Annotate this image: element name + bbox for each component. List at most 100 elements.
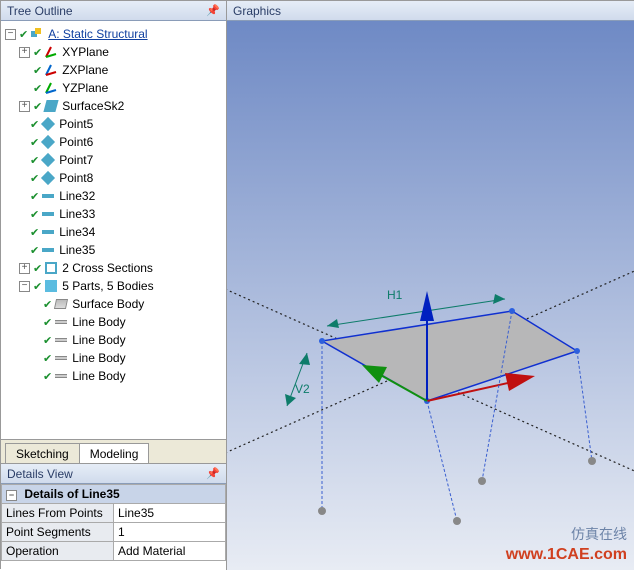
tree-node-point8[interactable]: ✔ Point8 — [5, 169, 224, 187]
check-icon: ✔ — [33, 100, 42, 113]
row-value[interactable]: Add Material — [114, 542, 226, 561]
line-icon — [41, 207, 55, 221]
dim-v2-label: V2 — [295, 382, 310, 396]
node-label: Line32 — [59, 189, 95, 203]
node-label: Point5 — [59, 117, 93, 131]
pin-icon[interactable]: 📌 — [206, 467, 220, 480]
collapse-icon[interactable]: − — [5, 29, 16, 40]
tree-node-point7[interactable]: ✔ Point7 — [5, 151, 224, 169]
node-label: Line Body — [72, 351, 125, 365]
tree-node-parts-bodies[interactable]: − ✔ 5 Parts, 5 Bodies — [5, 277, 224, 295]
tab-sketching[interactable]: Sketching — [5, 443, 80, 464]
surface-body-icon — [54, 297, 68, 311]
node-label: Surface Body — [72, 297, 144, 311]
tree-node-point6[interactable]: ✔ Point6 — [5, 133, 224, 151]
point-icon — [41, 153, 55, 167]
line-body-icon — [54, 333, 68, 347]
tree-root-static-structural[interactable]: − ✔ A: Static Structural — [5, 25, 224, 43]
graphics-viewport[interactable]: H1 V2 仿真在线 www.1CAE.com — [227, 21, 634, 570]
collapse-icon[interactable]: − — [6, 490, 17, 501]
spacer — [19, 83, 30, 94]
check-icon: ✔ — [43, 298, 52, 311]
check-icon: ✔ — [19, 28, 28, 41]
node-label: 5 Parts, 5 Bodies — [62, 279, 153, 293]
row-key: Point Segments — [2, 523, 114, 542]
table-row[interactable]: Lines From Points Line35 — [2, 504, 226, 523]
tree-node-line-body[interactable]: ✔ Line Body — [5, 313, 224, 331]
line-icon — [41, 189, 55, 203]
expand-icon[interactable]: + — [19, 47, 30, 58]
check-icon: ✔ — [30, 208, 39, 221]
node-label: Point8 — [59, 171, 93, 185]
plane-icon — [44, 81, 58, 95]
plane-icon — [44, 45, 58, 59]
tree-node-line-body[interactable]: ✔ Line Body — [5, 367, 224, 385]
node-label: Line Body — [72, 333, 125, 347]
check-icon: ✔ — [33, 64, 42, 77]
node-label: 2 Cross Sections — [62, 261, 153, 275]
node-label: Line33 — [59, 207, 95, 221]
model-icon — [30, 27, 44, 41]
check-icon: ✔ — [30, 226, 39, 239]
check-icon: ✔ — [33, 46, 42, 59]
node-label: Line Body — [72, 369, 125, 383]
line-icon — [41, 225, 55, 239]
graphics-title: Graphics — [233, 4, 629, 18]
dim-h1-label: H1 — [387, 288, 403, 302]
tree-node-line-body[interactable]: ✔ Line Body — [5, 349, 224, 367]
check-icon: ✔ — [30, 118, 39, 131]
expand-icon[interactable]: + — [19, 101, 30, 112]
tree-node-line-body[interactable]: ✔ Line Body — [5, 331, 224, 349]
tree-node-line33[interactable]: ✔ Line33 — [5, 205, 224, 223]
tree-node-line32[interactable]: ✔ Line32 — [5, 187, 224, 205]
expand-icon[interactable]: + — [19, 263, 30, 274]
tree-node-cross-sections[interactable]: + ✔ 2 Cross Sections — [5, 259, 224, 277]
tree-outline-title: Tree Outline — [7, 4, 206, 18]
tree-node-zxplane[interactable]: ✔ ZXPlane — [5, 61, 224, 79]
sketch-icon — [44, 99, 58, 113]
tab-modeling[interactable]: Modeling — [79, 443, 150, 464]
table-row[interactable]: Point Segments 1 — [2, 523, 226, 542]
tree-view[interactable]: − ✔ A: Static Structural + ✔ XYPlane ✔ Z… — [1, 21, 226, 419]
check-icon: ✔ — [30, 190, 39, 203]
tree-node-line35[interactable]: ✔ Line35 — [5, 241, 224, 259]
check-icon: ✔ — [30, 172, 39, 185]
row-key: Lines From Points — [2, 504, 114, 523]
details-view-panel: Details View 📌 − Details of Line35 Lines… — [1, 463, 227, 570]
details-header-label: Details of Line35 — [24, 487, 119, 501]
tree-node-point5[interactable]: ✔ Point5 — [5, 115, 224, 133]
collapse-icon[interactable]: − — [19, 281, 30, 292]
details-view-header: Details View 📌 — [1, 464, 226, 484]
tree-node-surfacesk2[interactable]: + ✔ SurfaceSk2 — [5, 97, 224, 115]
node-label: Line35 — [59, 243, 95, 257]
node-label: Line Body — [72, 315, 125, 329]
root-label: A: Static Structural — [48, 27, 147, 41]
parts-icon — [44, 279, 58, 293]
check-icon: ✔ — [33, 280, 42, 293]
row-value[interactable]: 1 — [114, 523, 226, 542]
check-icon: ✔ — [30, 136, 39, 149]
tree-outline-header: Tree Outline 📌 — [1, 1, 226, 21]
table-row[interactable]: Operation Add Material — [2, 542, 226, 561]
check-icon: ✔ — [33, 262, 42, 275]
graphics-panel: Graphics H1 V2 — [227, 1, 634, 570]
point-icon — [41, 135, 55, 149]
tree-node-line34[interactable]: ✔ Line34 — [5, 223, 224, 241]
graphics-header: Graphics — [227, 1, 634, 21]
line-icon — [41, 243, 55, 257]
details-header-row[interactable]: − Details of Line35 — [2, 485, 226, 504]
check-icon: ✔ — [43, 316, 52, 329]
pin-icon[interactable]: 📌 — [206, 4, 220, 17]
node-label: Point7 — [59, 153, 93, 167]
details-table: − Details of Line35 Lines From Points Li… — [1, 484, 226, 561]
scene-svg: H1 V2 — [227, 21, 634, 570]
tree-node-yzplane[interactable]: ✔ YZPlane — [5, 79, 224, 97]
row-value[interactable]: Line35 — [114, 504, 226, 523]
check-icon: ✔ — [30, 154, 39, 167]
tree-node-xyplane[interactable]: + ✔ XYPlane — [5, 43, 224, 61]
details-view-title: Details View — [7, 467, 206, 481]
tree-node-surface-body[interactable]: ✔ Surface Body — [5, 295, 224, 313]
check-icon: ✔ — [43, 352, 52, 365]
line-body-icon — [54, 315, 68, 329]
check-icon: ✔ — [33, 82, 42, 95]
